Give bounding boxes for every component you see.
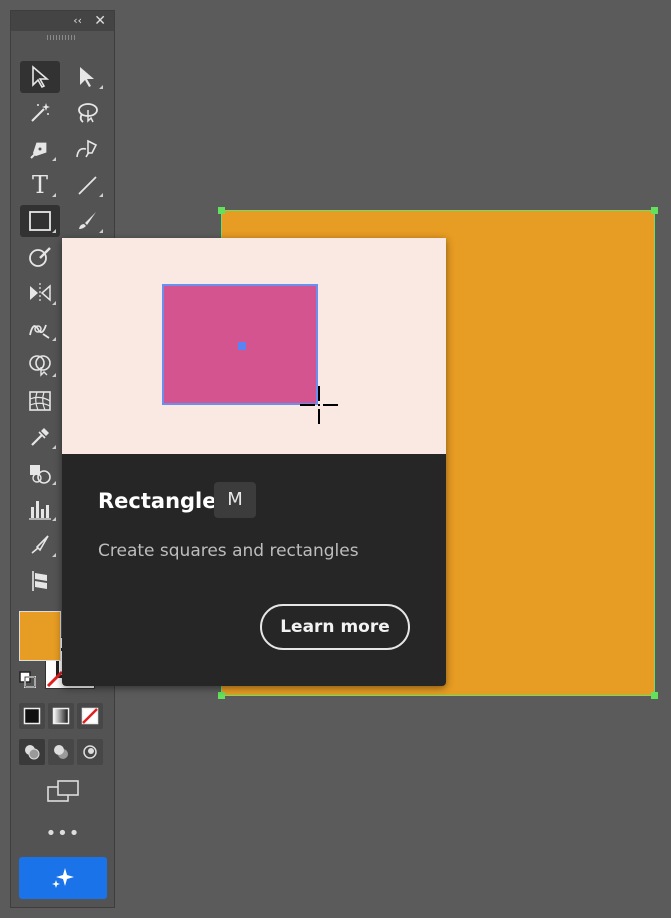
gradient-mode-button[interactable] [48, 703, 74, 729]
reflect-icon [30, 283, 51, 303]
screen-mode-icon [47, 780, 79, 802]
eyedropper-icon [31, 428, 49, 446]
mesh-tool[interactable] [20, 385, 60, 417]
screen-mode-button[interactable] [45, 777, 81, 805]
rectangle-tool-tooltip: Rectangle M Create squares and rectangle… [62, 238, 446, 686]
crosshair-cursor-icon [300, 386, 338, 424]
none-mode-button[interactable] [77, 703, 103, 729]
default-fill-stroke-icon[interactable] [19, 671, 37, 689]
selection-handle-top-right[interactable] [651, 207, 658, 214]
color-mode-button[interactable] [19, 703, 45, 729]
paintbrush-icon [79, 212, 96, 229]
fill-color-swatch[interactable] [19, 611, 61, 661]
rectangle-icon [29, 211, 51, 231]
selection-tool[interactable] [20, 61, 60, 93]
artboard-icon [32, 571, 47, 591]
pen-tool[interactable] [20, 133, 60, 165]
rectangle-tool[interactable] [20, 205, 60, 237]
curvature-tool[interactable] [67, 133, 107, 165]
color-mode-row [19, 703, 105, 729]
eyedropper-tool[interactable] [20, 421, 60, 453]
generative-ai-button[interactable] [19, 857, 107, 899]
tooltip-illustration [62, 238, 446, 454]
selection-arrow-icon [32, 65, 50, 89]
selection-handle-bottom-left[interactable] [218, 692, 225, 699]
keyboard-shortcut-badge: M [214, 482, 256, 518]
line-segment-tool[interactable] [67, 169, 107, 201]
draw-inside-button[interactable] [77, 739, 103, 765]
draw-normal-button[interactable] [19, 739, 45, 765]
none-icon [81, 707, 99, 725]
curvature-pen-icon [76, 139, 98, 158]
column-graph-icon [29, 501, 51, 520]
magic-wand-icon [31, 103, 50, 122]
lasso-tool[interactable] [67, 97, 107, 129]
warp-icon [29, 324, 50, 339]
lasso-icon [78, 103, 98, 123]
line-icon [78, 176, 97, 195]
symbol-sprayer-icon [30, 465, 51, 484]
type-tool[interactable]: T [20, 169, 60, 201]
reflect-tool[interactable] [20, 277, 60, 309]
direct-selection-tool[interactable] [67, 61, 107, 93]
shaper-tool[interactable] [20, 241, 60, 273]
sparkle-icon [52, 868, 74, 888]
symbol-sprayer-tool[interactable] [20, 457, 60, 489]
shape-builder-tool[interactable] [20, 349, 60, 381]
slice-tool[interactable] [20, 529, 60, 561]
direct-selection-arrow-icon [80, 67, 94, 87]
selection-handle-bottom-right[interactable] [651, 692, 658, 699]
type-icon: T [31, 171, 48, 199]
shaper-icon [29, 247, 51, 267]
tooltip-description: Create squares and rectangles [98, 541, 359, 561]
warp-tool[interactable] [20, 313, 60, 345]
panel-grip-handle[interactable] [47, 35, 77, 40]
tooltip-title: Rectangle [98, 489, 217, 513]
tools-panel-header: ‹‹ ✕ [11, 11, 114, 31]
illustration-center-point [238, 342, 246, 350]
magic-wand-tool[interactable] [20, 97, 60, 129]
selection-handle-top-left[interactable] [218, 207, 225, 214]
draw-behind-button[interactable] [48, 739, 74, 765]
gradient-icon [52, 707, 70, 725]
close-panel-icon[interactable]: ✕ [94, 12, 106, 30]
slice-icon [31, 535, 49, 554]
solid-color-icon [23, 707, 41, 725]
column-graph-tool[interactable] [20, 493, 60, 525]
draw-inside-icon [83, 745, 97, 759]
draw-behind-icon [54, 745, 68, 759]
draw-normal-icon [25, 745, 40, 760]
edit-toolbar-more-icon[interactable]: ••• [41, 825, 85, 847]
artboard-tool[interactable] [20, 565, 60, 597]
illustration-rectangle [162, 284, 318, 405]
pen-icon [30, 142, 47, 159]
paintbrush-tool[interactable] [67, 205, 107, 237]
shape-builder-icon [29, 355, 51, 377]
mesh-icon [29, 391, 51, 411]
collapse-panel-icon[interactable]: ‹‹ [73, 14, 82, 28]
learn-more-button[interactable]: Learn more [260, 604, 410, 650]
drawing-mode-row [19, 739, 105, 765]
